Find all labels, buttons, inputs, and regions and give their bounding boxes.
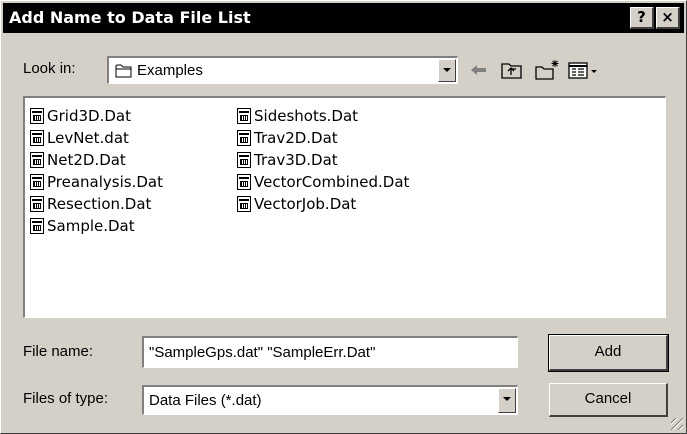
file-name-label: File name: (23, 343, 94, 360)
look-in-value: Examples (137, 62, 203, 79)
look-in-label: Look in: (23, 60, 76, 77)
data-file-icon (237, 108, 251, 124)
title-bar[interactable]: Add Name to Data File List ? × (3, 3, 684, 33)
file-type-dropdown-button[interactable] (498, 388, 516, 413)
add-button[interactable]: Add (548, 334, 669, 372)
file-item-name: VectorCombined.Dat (254, 173, 410, 191)
data-file-icon (30, 130, 44, 146)
file-list[interactable]: Grid3D.Dat LevNet.dat Net2D.Dat Preanaly… (23, 96, 666, 318)
file-item-name: Trav2D.Dat (254, 129, 338, 147)
file-item-name: VectorJob.Dat (254, 195, 357, 213)
data-file-icon (30, 152, 44, 168)
data-file-icon (237, 130, 251, 146)
back-arrow-icon[interactable] (467, 58, 491, 82)
file-item[interactable]: Resection.Dat (30, 193, 163, 215)
dialog-title: Add Name to Data File List (9, 8, 251, 27)
view-menu-icon[interactable] (567, 58, 603, 82)
file-item-name: Preanalysis.Dat (47, 173, 163, 191)
help-button[interactable]: ? (630, 7, 654, 29)
file-type-value: Data Files (*.dat) (149, 392, 262, 409)
file-item-name: Trav3D.Dat (254, 151, 338, 169)
file-name-field[interactable]: "SampleGps.dat" "SampleErr.Dat" (142, 336, 518, 368)
data-file-icon (30, 108, 44, 124)
file-column-1: Grid3D.Dat LevNet.dat Net2D.Dat Preanaly… (30, 105, 163, 237)
file-item[interactable]: VectorCombined.Dat (237, 171, 409, 193)
add-name-dialog: Add Name to Data File List ? × Look in: … (0, 0, 687, 434)
file-item-name: Grid3D.Dat (47, 107, 131, 125)
file-type-label: Files of type: (23, 390, 109, 407)
file-item[interactable]: VectorJob.Dat (237, 193, 409, 215)
resize-grip[interactable] (671, 418, 683, 430)
file-column-2: Sideshots.Dat Trav2D.Dat Trav3D.Dat Vect… (237, 105, 409, 215)
data-file-icon (30, 196, 44, 212)
data-file-icon (30, 218, 44, 234)
file-item-name: Sideshots.Dat (254, 107, 359, 125)
file-item-name: LevNet.dat (47, 129, 129, 147)
folder-icon (115, 64, 132, 78)
look-in-dropdown-button[interactable] (438, 59, 456, 82)
file-name-value: "SampleGps.dat" "SampleErr.Dat" (149, 344, 376, 361)
file-item[interactable]: LevNet.dat (30, 127, 163, 149)
data-file-icon (237, 152, 251, 168)
file-item-name: Sample.Dat (47, 217, 135, 235)
file-item[interactable]: Grid3D.Dat (30, 105, 163, 127)
new-folder-icon[interactable] (533, 58, 561, 82)
file-item[interactable]: Sample.Dat (30, 215, 163, 237)
up-folder-icon[interactable] (499, 58, 525, 82)
file-item-name: Resection.Dat (47, 195, 152, 213)
file-type-combo[interactable]: Data Files (*.dat) (142, 385, 518, 415)
file-item-name: Net2D.Dat (47, 151, 126, 169)
file-item[interactable]: Trav3D.Dat (237, 149, 409, 171)
look-in-combo[interactable]: Examples (107, 56, 458, 84)
file-item[interactable]: Preanalysis.Dat (30, 171, 163, 193)
file-item[interactable]: Net2D.Dat (30, 149, 163, 171)
cancel-button[interactable]: Cancel (549, 383, 668, 417)
data-file-icon (237, 174, 251, 190)
close-button[interactable]: × (656, 7, 680, 29)
data-file-icon (30, 174, 44, 190)
file-item[interactable]: Sideshots.Dat (237, 105, 409, 127)
file-item[interactable]: Trav2D.Dat (237, 127, 409, 149)
data-file-icon (237, 196, 251, 212)
